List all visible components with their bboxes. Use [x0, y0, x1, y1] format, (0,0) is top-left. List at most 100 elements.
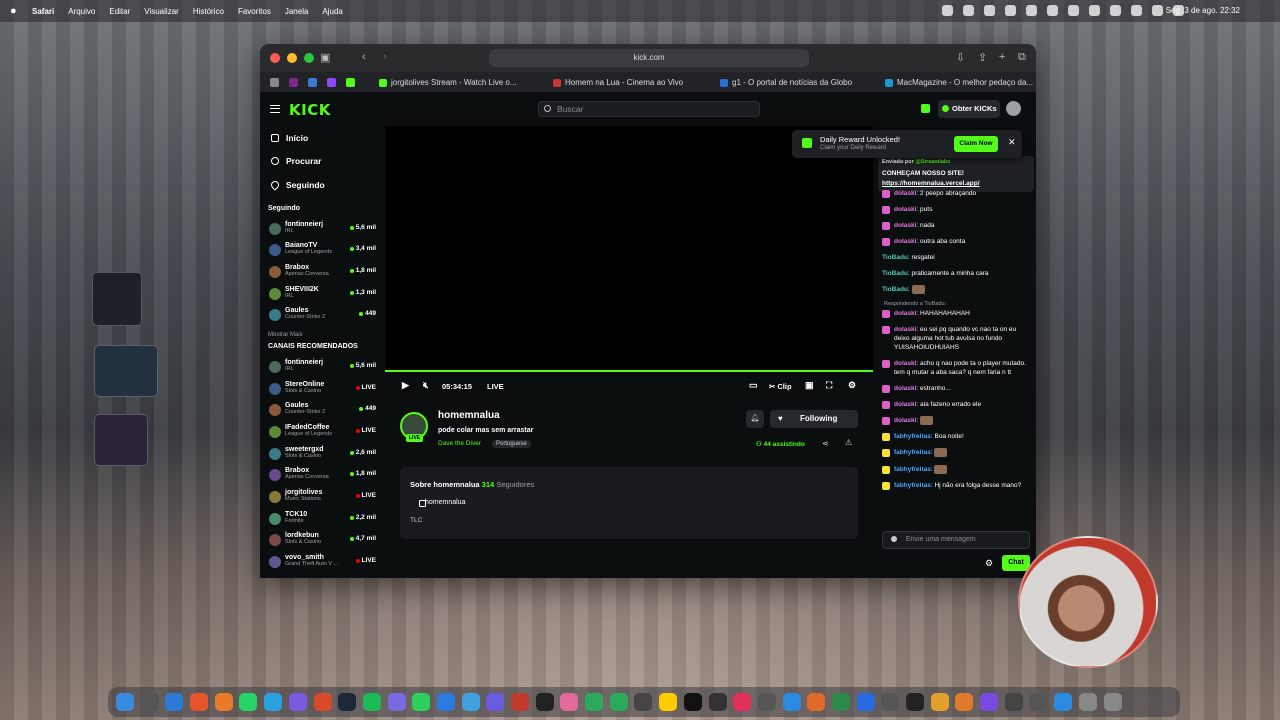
- dock-app-icon[interactable]: [708, 693, 727, 711]
- chat-message[interactable]: dolaski: eu sei pq quando vc nao ta on e…: [882, 325, 1032, 352]
- dock-app-icon[interactable]: [1103, 693, 1122, 711]
- chat-message[interactable]: dolaski: HAHAHAHAHAH: [882, 309, 1032, 319]
- chat-username[interactable]: fabhyfreitas: [894, 466, 931, 473]
- chat-username[interactable]: TioBadu: [882, 286, 908, 293]
- chat-message[interactable]: dolaski:: [882, 416, 1032, 426]
- chat-username[interactable]: dolaski: [894, 310, 916, 317]
- chat-message[interactable]: fabhyfreitas:: [882, 464, 1032, 474]
- chat-username[interactable]: dolaski: [894, 238, 916, 245]
- dock-app-icon[interactable]: [190, 693, 209, 711]
- dock-app-icon[interactable]: [1054, 693, 1073, 711]
- dock-app-icon[interactable]: [782, 693, 801, 711]
- dock-app-icon[interactable]: [362, 693, 381, 711]
- stage-manager-thumbnail[interactable]: [94, 345, 158, 397]
- show-more-link[interactable]: Mostrar Mais: [260, 327, 382, 343]
- menu-app-name[interactable]: Safari: [32, 7, 54, 16]
- fullscreen-icon[interactable]: ⛶: [826, 380, 832, 391]
- chat-message[interactable]: TioBadu:: [882, 285, 1032, 294]
- sidebar-channel-lordkebun[interactable]: lordkebun Slots & Casino 4,7 mil: [260, 530, 382, 552]
- chat-message[interactable]: dolaski: ala fazeno errado ele: [882, 400, 1032, 410]
- chat-username[interactable]: TioBadu: [882, 270, 908, 277]
- dock-app-icon[interactable]: [733, 693, 752, 711]
- chat-message[interactable]: dolaski: estranho...: [882, 384, 1032, 394]
- chat-settings-icon[interactable]: ⚙: [985, 558, 993, 569]
- dock-app-icon[interactable]: [140, 693, 159, 711]
- dock-app-icon[interactable]: [214, 693, 233, 711]
- menu-item[interactable]: Favoritos: [238, 7, 271, 16]
- streamer-username[interactable]: homemnalua: [438, 410, 500, 421]
- chat-message[interactable]: TioBadu: praticamente a minha cara: [882, 269, 1032, 278]
- chat-username[interactable]: dolaski: [894, 326, 916, 333]
- sidebar-channel-brabox[interactable]: Brabox Apenas Conversa 1,8 mil: [260, 465, 382, 487]
- dock-app-icon[interactable]: [1029, 693, 1048, 711]
- wifi-icon[interactable]: [1110, 5, 1121, 16]
- sidebar-channel-stereonline[interactable]: StereOnline Slots & Casino LIVE: [260, 379, 382, 401]
- pinned-message[interactable]: Enviado por @Streamlabs CONHEÇAM NOSSO S…: [878, 156, 1034, 192]
- dock-app-icon[interactable]: [116, 693, 134, 711]
- chat-username[interactable]: dolaski: [894, 360, 916, 367]
- status-icon[interactable]: [1068, 5, 1079, 16]
- menu-icon[interactable]: [270, 105, 280, 113]
- chat-message[interactable]: dolaski: acho q nao pode ta o player mut…: [882, 359, 1032, 377]
- share-icon[interactable]: ⋖: [822, 439, 829, 448]
- video-player[interactable]: [385, 126, 873, 371]
- dock-app-icon[interactable]: [313, 693, 332, 711]
- sidebar-channel-baianotv[interactable]: BaianoTV League of Legends 3,4 mil: [260, 240, 382, 262]
- stage-manager-thumbnail[interactable]: [92, 272, 142, 326]
- sidebar-channel-sheviii2k[interactable]: SHEVIII2K IRL 1,3 mil: [260, 284, 382, 306]
- settings-icon[interactable]: ⚙: [848, 380, 856, 391]
- dock-app-icon[interactable]: [1004, 693, 1023, 711]
- control-center-icon[interactable]: [1152, 5, 1163, 16]
- sidebar-channel-brabox[interactable]: Brabox Apenas Conversa 1,8 mil: [260, 262, 382, 284]
- dock-app-icon[interactable]: [659, 693, 678, 711]
- status-icon[interactable]: [963, 5, 974, 16]
- dock-app-icon[interactable]: [264, 693, 283, 711]
- dock-app-icon[interactable]: [486, 693, 505, 711]
- dock-app-icon[interactable]: [980, 693, 999, 711]
- menu-item[interactable]: Janela: [285, 7, 309, 16]
- chat-message[interactable]: dolaski: nada: [882, 221, 1032, 230]
- dock-app-icon[interactable]: [239, 693, 258, 711]
- sidebar-channel-fontinneierj[interactable]: fontinneierj IRL 5,6 mil: [260, 219, 382, 241]
- search-input[interactable]: Buscar: [538, 101, 760, 117]
- kick-logo[interactable]: KICK: [289, 101, 331, 119]
- status-icon[interactable]: [1089, 5, 1100, 16]
- chat-username[interactable]: dolaski: [894, 222, 916, 229]
- chat-message[interactable]: fabhyfreitas: Boa noite!: [882, 432, 1032, 442]
- pip-icon[interactable]: ▣: [805, 380, 814, 391]
- sidebar-channel-tck10[interactable]: TCK10 Fortnite 2,2 mil: [260, 509, 382, 531]
- mute-icon[interactable]: 🔇︎: [423, 380, 429, 391]
- dock-app-icon[interactable]: [906, 693, 924, 711]
- sidebar-channel-vovo_smith[interactable]: vovo_smith Grand Theft Auto V ... LIVE: [260, 552, 382, 574]
- dock-app-icon[interactable]: [585, 693, 604, 711]
- gift-icon[interactable]: [921, 104, 930, 113]
- user-avatar[interactable]: [1006, 101, 1021, 116]
- status-icon[interactable]: [942, 5, 953, 16]
- dock-app-icon[interactable]: [461, 693, 480, 711]
- dock-app-icon[interactable]: [831, 693, 850, 711]
- dock-app-icon[interactable]: [881, 693, 900, 711]
- menu-clock[interactable]: Seg. 3 de ago. 22:32: [1166, 6, 1240, 15]
- chat-username[interactable]: fabhyfreitas: [894, 433, 931, 440]
- status-icon[interactable]: [1026, 5, 1037, 16]
- chat-message[interactable]: dolaski: 2 peepo abraçando: [882, 189, 1032, 198]
- dock-app-icon[interactable]: [338, 693, 357, 711]
- chat-username[interactable]: TioBadu: [882, 254, 908, 261]
- menu-item[interactable]: Arquivo: [68, 7, 95, 16]
- status-icon[interactable]: [1005, 5, 1016, 16]
- menu-item[interactable]: Ajuda: [322, 7, 342, 16]
- chat-input[interactable]: Envie uma mensagem: [882, 531, 1030, 549]
- menu-item[interactable]: Visualizar: [144, 7, 179, 16]
- chat-username[interactable]: dolaski: [894, 385, 916, 392]
- dock-app-icon[interactable]: [436, 693, 455, 711]
- following-button[interactable]: ♥ Following: [770, 410, 858, 428]
- chat-message[interactable]: fabhyfreitas: Hj não era folga desse man…: [882, 481, 1032, 490]
- dock-app-icon[interactable]: [683, 693, 702, 711]
- stage-manager-thumbnail[interactable]: [94, 414, 148, 466]
- nav-following[interactable]: Seguindo: [260, 173, 382, 197]
- apple-icon[interactable]: ●: [10, 5, 20, 17]
- dock-app-icon[interactable]: [412, 693, 431, 711]
- stream-category[interactable]: Dave the Diver: [438, 440, 481, 447]
- language-tag[interactable]: Portuguese: [492, 440, 531, 448]
- status-icon[interactable]: [1047, 5, 1058, 16]
